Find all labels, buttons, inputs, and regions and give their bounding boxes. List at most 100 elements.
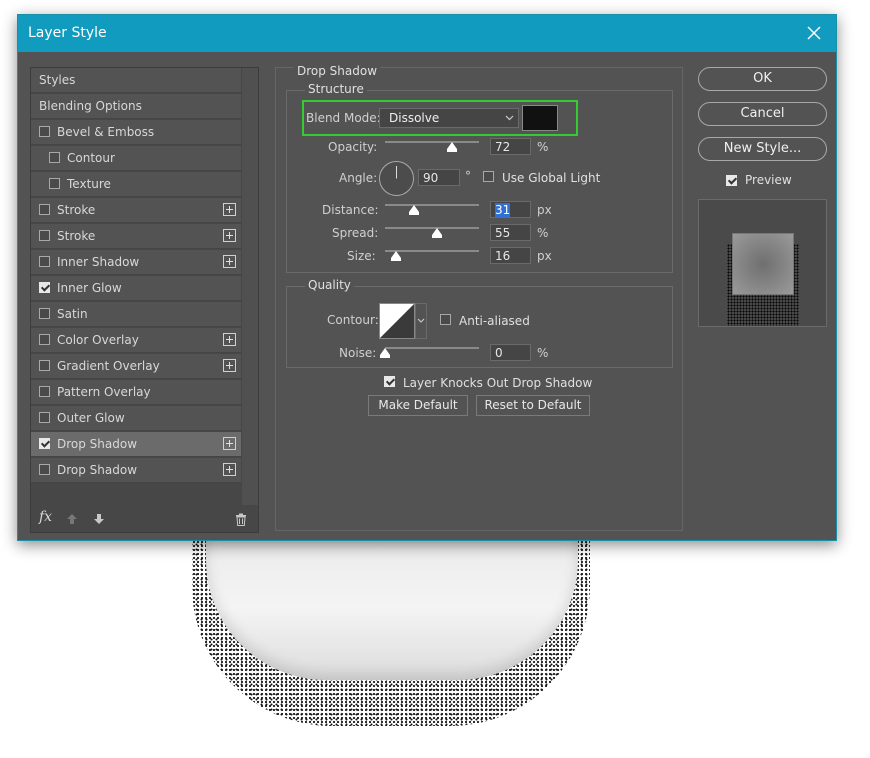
anti-aliased-checkbox[interactable]: [440, 314, 451, 325]
fx-button[interactable]: fx: [39, 509, 52, 525]
styles-list-item[interactable]: Inner Glow: [31, 276, 241, 301]
spread-label: Spread:: [332, 226, 379, 240]
cancel-button[interactable]: Cancel: [698, 102, 827, 126]
title-bar[interactable]: Layer Style: [18, 15, 836, 52]
angle-dial[interactable]: [378, 160, 415, 197]
ok-button[interactable]: OK: [698, 67, 827, 91]
structure-group: Structure Blend Mode: Dissolve Opacity: …: [286, 82, 673, 273]
style-checkbox[interactable]: [49, 152, 60, 163]
distance-slider-track[interactable]: [385, 204, 479, 206]
blend-mode-value: Dissolve: [389, 111, 440, 125]
shadow-color-swatch[interactable]: [522, 105, 558, 131]
style-checkbox[interactable]: [39, 386, 50, 397]
style-checkbox[interactable]: [39, 126, 50, 137]
chevron-down-icon: [505, 115, 514, 121]
styles-list-item[interactable]: Stroke: [31, 224, 241, 249]
styles-list-item[interactable]: Gradient Overlay: [31, 354, 241, 379]
quality-group: Quality Contour: Anti-aliased Noise: 0 %: [286, 278, 673, 368]
style-checkbox[interactable]: [39, 334, 50, 345]
distance-value: 31: [495, 203, 511, 217]
styles-list-item[interactable]: Drop Shadow: [31, 458, 241, 483]
noise-input[interactable]: 0: [490, 344, 531, 361]
styles-list-item[interactable]: Contour: [31, 146, 241, 171]
style-checkbox[interactable]: [39, 230, 50, 241]
add-effect-icon[interactable]: [223, 463, 236, 476]
style-checkbox[interactable]: [49, 178, 60, 189]
add-effect-icon[interactable]: [223, 229, 236, 242]
styles-list-item[interactable]: Satin: [31, 302, 241, 327]
style-label: Color Overlay: [57, 333, 139, 347]
list-scrollbar[interactable]: [242, 68, 258, 505]
styles-list-item[interactable]: Pattern Overlay: [31, 380, 241, 405]
style-label: Drop Shadow: [57, 437, 138, 451]
style-checkbox[interactable]: [39, 438, 50, 449]
use-global-light-checkbox[interactable]: [483, 171, 494, 182]
size-label: Size:: [347, 249, 376, 263]
preview-square: [732, 233, 794, 295]
make-default-button[interactable]: Make Default: [368, 395, 468, 416]
style-label: Bevel & Emboss: [57, 125, 155, 139]
styles-list-item[interactable]: Outer Glow: [31, 406, 241, 431]
close-icon[interactable]: [804, 23, 824, 43]
distance-slider-thumb[interactable]: [409, 205, 419, 215]
opacity-input[interactable]: 72: [490, 138, 531, 155]
style-checkbox[interactable]: [39, 282, 50, 293]
add-effect-icon[interactable]: [223, 255, 236, 268]
blend-mode-label: Blend Mode:: [306, 111, 381, 125]
style-label: Texture: [67, 177, 111, 191]
opacity-slider-track[interactable]: [385, 141, 479, 143]
style-label: Stroke: [57, 229, 96, 243]
add-effect-icon[interactable]: [223, 437, 236, 450]
styles-list-item[interactable]: Bevel & Emboss: [31, 120, 241, 145]
style-checkbox[interactable]: [39, 412, 50, 423]
spread-unit: %: [537, 226, 549, 240]
style-checkbox[interactable]: [39, 204, 50, 215]
contour-picker[interactable]: [379, 303, 415, 339]
new-style-button[interactable]: New Style...: [698, 137, 827, 161]
styles-list-item[interactable]: Inner Shadow: [31, 250, 241, 275]
move-up-icon[interactable]: [66, 513, 78, 525]
blend-mode-select[interactable]: Dissolve: [379, 108, 519, 128]
style-label: Gradient Overlay: [57, 359, 160, 373]
preview-checkbox[interactable]: [726, 175, 737, 186]
styles-list: Styles Blending Options Bevel & Emboss Cont…: [30, 67, 259, 533]
style-label: Inner Shadow: [57, 255, 140, 269]
spread-slider-thumb[interactable]: [432, 228, 442, 238]
opacity-slider-thumb[interactable]: [447, 142, 457, 152]
size-slider-thumb[interactable]: [391, 251, 401, 261]
style-label: Inner Glow: [57, 281, 122, 295]
add-effect-icon[interactable]: [223, 203, 236, 216]
chevron-down-icon: [417, 318, 425, 323]
styles-list-item[interactable]: Styles: [31, 68, 241, 93]
add-effect-icon[interactable]: [223, 359, 236, 372]
style-label: Stroke: [57, 203, 96, 217]
styles-list-footer: fx: [31, 505, 258, 532]
layer-style-dialog: Layer Style Styles Blending Options Bevel …: [17, 14, 837, 541]
noise-slider-thumb[interactable]: [380, 348, 390, 358]
styles-list-item[interactable]: Stroke: [31, 198, 241, 223]
style-checkbox[interactable]: [39, 256, 50, 267]
size-unit: px: [537, 249, 552, 263]
trash-icon[interactable]: [235, 513, 247, 526]
knocks-out-label: Layer Knocks Out Drop Shadow: [403, 376, 593, 390]
style-checkbox[interactable]: [39, 464, 50, 475]
style-checkbox[interactable]: [39, 360, 50, 371]
styles-list-item[interactable]: Color Overlay: [31, 328, 241, 353]
angle-input[interactable]: 90: [418, 169, 460, 186]
knocks-out-checkbox[interactable]: [384, 376, 395, 387]
spread-input[interactable]: 55: [490, 224, 531, 241]
add-effect-icon[interactable]: [223, 333, 236, 346]
reset-to-default-button[interactable]: Reset to Default: [476, 395, 590, 416]
styles-list-item[interactable]: Blending Options: [31, 94, 241, 119]
styles-list-item[interactable]: Drop Shadow: [31, 432, 241, 457]
distance-input[interactable]: 31: [490, 201, 531, 218]
styles-list-item[interactable]: Texture: [31, 172, 241, 197]
distance-unit: px: [537, 203, 552, 217]
opacity-label: Opacity:: [328, 140, 378, 154]
size-input[interactable]: 16: [490, 247, 531, 264]
contour-dropdown[interactable]: [415, 303, 427, 339]
style-label: Outer Glow: [57, 411, 125, 425]
style-checkbox[interactable]: [39, 308, 50, 319]
noise-slider-track[interactable]: [385, 347, 479, 349]
move-down-icon[interactable]: [93, 513, 105, 525]
